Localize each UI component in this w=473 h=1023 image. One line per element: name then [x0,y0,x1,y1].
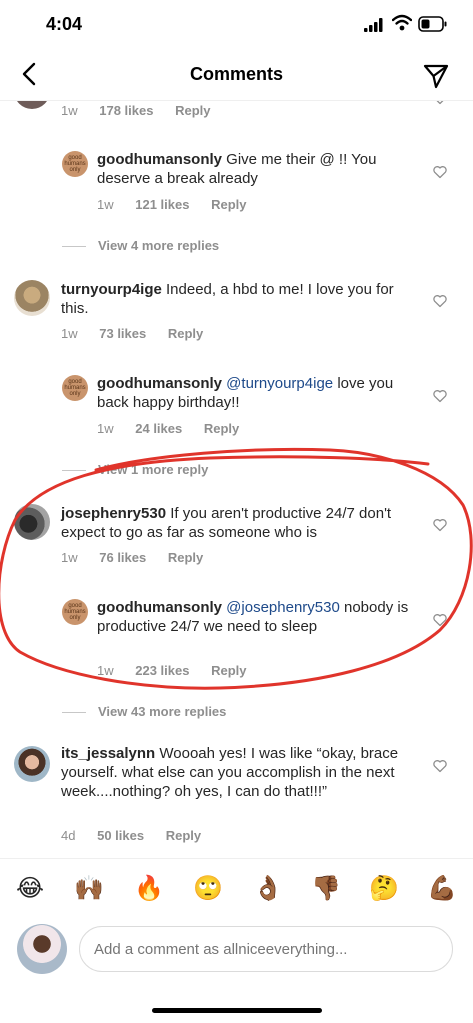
heart-icon[interactable] [433,759,447,773]
comment-text: turnyourp4ige Indeed, a hbd to me! I lov… [61,280,416,318]
heart-icon[interactable] [433,294,447,308]
emoji-button[interactable]: 🔥 [134,875,164,903]
home-indicator [152,1008,322,1013]
page-title: Comments [189,64,283,84]
cellular-signal-icon [364,18,383,32]
comment-age: 1w [97,197,114,212]
avatar-logo-text: good humans only [64,603,86,621]
reply-link[interactable]: Reply [211,663,246,678]
divider-line [62,712,86,714]
comment-meta: 1w 73 likes Reply [61,326,221,341]
comment-text: its_jessalynn Woooah yes! I was like “ok… [61,744,417,801]
heart-icon[interactable] [433,518,447,532]
status-bar: 4:04 [0,0,473,48]
comment-age: 1w [61,326,78,341]
avatar[interactable] [14,101,50,109]
comments-list[interactable]: 1w 178 likes Reply good humans only good… [0,101,473,856]
view-more-label: View 4 more replies [98,238,220,253]
avatar[interactable]: good humans only [62,375,88,401]
comment-text: josephenry530 If you aren't productive 2… [61,504,419,542]
divider-line [62,246,86,248]
avatar[interactable] [14,504,50,540]
likes-count[interactable]: 24 likes [135,421,182,436]
comment-meta: 1w 76 likes Reply [61,550,221,565]
divider-line [62,470,86,472]
likes-count[interactable]: 121 likes [135,197,189,212]
emoji-button[interactable]: 💪🏾 [427,875,457,903]
avatar[interactable]: good humans only [62,151,88,177]
comment-username[interactable]: josephenry530 [61,505,166,522]
comment-age: 1w [61,103,78,118]
comment-username[interactable]: goodhumansonly [97,599,222,616]
reply-link[interactable]: Reply [211,197,246,212]
mention-link[interactable]: @turnyourp4ige [226,375,333,392]
comment-age: 1w [61,550,78,565]
reply-link[interactable]: Reply [168,326,203,341]
comment-meta: 4d 50 likes Reply [61,828,219,843]
comment-username[interactable]: goodhumansonly [97,375,222,392]
emoji-button[interactable]: 😂 [16,875,44,903]
comment-composer [0,918,473,984]
wifi-icon [392,14,412,31]
comment-meta: 1w 121 likes Reply [97,197,265,212]
likes-count[interactable]: 178 likes [99,103,153,118]
comment-age: 1w [97,663,114,678]
emoji-quick-bar: 😂 🙌🏾 🔥 🙄 👌🏾 👎🏾 🤔 💪🏾 [0,858,473,919]
comment-text: goodhumansonly @turnyourp4ige love you b… [97,374,415,412]
reply-link[interactable]: Reply [175,103,210,118]
comment-input[interactable] [79,926,453,972]
avatar-logo-text: good humans only [64,155,86,173]
status-time: 4:04 [46,14,83,34]
heart-icon[interactable] [433,101,447,105]
comment-age: 4d [61,828,76,843]
reply-link[interactable]: Reply [166,828,201,843]
reply-link[interactable]: Reply [204,421,239,436]
heart-icon[interactable] [433,613,447,627]
comments-header: Comments [0,52,473,101]
mention-link[interactable]: @josephenry530 [226,599,340,616]
comment-age: 1w [97,421,114,436]
avatar[interactable] [14,280,50,316]
heart-icon[interactable] [433,165,447,179]
avatar[interactable] [17,924,67,974]
heart-icon[interactable] [433,389,447,403]
battery-icon [418,16,447,32]
comment-meta: 1w 24 likes Reply [97,421,257,436]
emoji-button[interactable]: 👎🏾 [311,875,341,903]
avatar[interactable]: good humans only [62,599,88,625]
likes-count[interactable]: 223 likes [135,663,189,678]
comment-username[interactable]: its_jessalynn [61,745,155,762]
comment-text: goodhumansonly Give me their @ !! You de… [97,150,415,188]
comment-text: goodhumansonly @josephenry530 nobody is … [97,598,415,636]
send-direct-icon[interactable] [422,62,450,90]
comment-username[interactable]: goodhumansonly [97,151,222,168]
emoji-button[interactable]: 🤔 [369,875,399,903]
likes-count[interactable]: 76 likes [99,550,146,565]
emoji-button[interactable]: 👌🏾 [253,875,283,903]
comment-meta: 1w 178 likes Reply [61,103,229,118]
emoji-button[interactable]: 🙄 [193,875,223,903]
view-more-replies[interactable]: View 1 more reply [62,462,208,477]
avatar[interactable] [14,746,50,782]
likes-count[interactable]: 73 likes [99,326,146,341]
reply-link[interactable]: Reply [168,550,203,565]
view-more-label: View 1 more reply [98,462,209,477]
view-more-label: View 43 more replies [98,704,227,719]
comment-username[interactable]: turnyourp4ige [61,281,162,298]
view-more-replies[interactable]: View 4 more replies [62,238,219,253]
likes-count[interactable]: 50 likes [97,828,144,843]
comment-meta: 1w 223 likes Reply [97,663,265,678]
avatar-logo-text: good humans only [64,379,86,397]
view-more-replies[interactable]: View 43 more replies [62,704,226,719]
emoji-button[interactable]: 🙌🏾 [74,875,104,903]
